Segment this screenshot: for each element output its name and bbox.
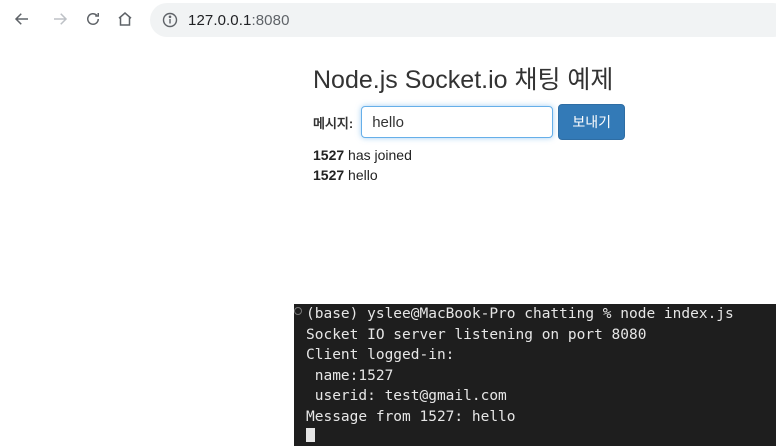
terminal-window: (base) yslee@MacBook-Pro chatting % node… [294,304,776,446]
arrow-left-icon [14,13,28,25]
address-bar[interactable]: 127.0.0.1:8080 [150,3,776,37]
terminal-cursor [306,428,315,442]
prompt-marker-icon [294,307,302,315]
reload-icon [87,13,99,25]
message-text: has joined [348,147,412,163]
message-input[interactable] [361,106,554,138]
terminal-line: (base) yslee@MacBook-Pro chatting % node… [306,306,734,322]
message-user: 1527 [313,147,345,163]
terminal-cursor-line [306,427,776,446]
message-item: 1527 has joined [313,145,625,165]
terminal-line: userid: test@gmail.com [306,388,507,404]
terminal-line: Socket IO server listening on port 8080 [306,326,647,343]
message-item: 1527 hello [313,165,625,185]
message-user: 1527 [313,167,345,183]
url-host: 127.0.0.1 [188,11,252,29]
terminal-line: Client logged-in: [306,347,455,363]
browser-toolbar: 127.0.0.1:8080 [0,0,776,40]
forward-button[interactable] [49,8,71,30]
page-title: Node.js Socket.io 채팅 예제 [313,66,614,94]
send-button[interactable]: 보내기 [558,104,626,140]
info-icon[interactable] [162,12,178,28]
url-text: 127.0.0.1:8080 [188,12,290,29]
chat-page: Node.js Socket.io 채팅 예제 메시지: 보내기 1527 ha… [313,60,626,185]
home-button[interactable] [114,8,136,30]
message-form: 메시지: 보내기 [313,104,626,140]
reload-button[interactable] [82,8,104,30]
url-port: :8080 [251,11,290,29]
message-label: 메시지: [313,115,354,131]
message-text: hello [348,167,378,183]
message-list: 1527 has joined 1527 hello [313,145,625,185]
terminal-line: Message from 1527: hello [306,408,516,425]
terminal-line: name:1527 [306,367,394,384]
arrow-right-icon [54,13,68,25]
back-button[interactable] [11,8,33,30]
home-icon [118,12,132,26]
